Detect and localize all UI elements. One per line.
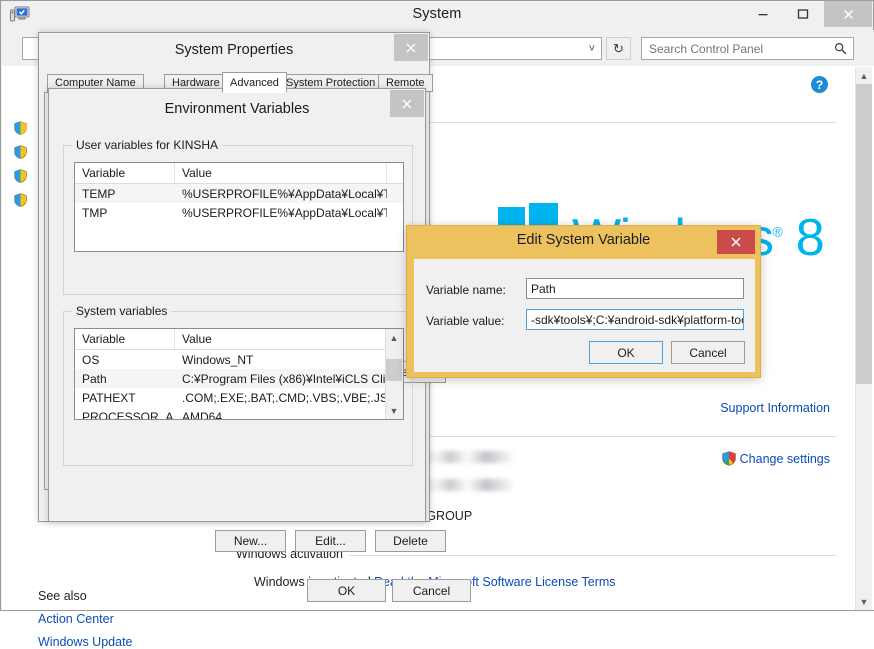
system-properties-title: System Properties <box>174 42 294 58</box>
sidebar-item-shield[interactable] <box>14 164 27 188</box>
edit-system-variable-body: Variable name: Path Variable value: -sdk… <box>414 259 755 372</box>
cell-variable: PATHEXT <box>82 390 136 405</box>
table-row-selected[interactable]: Path C:¥Program Files (x86)¥Intel¥iCLS C… <box>75 369 403 388</box>
cell-variable: PROCESSOR_A... <box>82 409 175 420</box>
scroll-up-icon[interactable]: ▲ <box>856 67 872 84</box>
system-variables-buttons: New... Edit... Delete <box>215 530 446 552</box>
variable-value-label: Variable value: <box>426 314 505 328</box>
system-edit-button[interactable]: Edit... <box>295 530 366 552</box>
cell-value: AMD64 <box>182 409 223 420</box>
registered-symbol: ® <box>772 223 783 240</box>
search-placeholder: Search Control Panel <box>649 42 764 56</box>
edit-system-variable-dialog: Edit System Variable Variable name: Path… <box>406 225 761 378</box>
system-variables-group: System variables Variable Value OS Windo… <box>63 304 413 466</box>
table-row[interactable]: OS Windows_NT <box>75 350 403 369</box>
table-row[interactable]: PATHEXT .COM;.EXE;.BAT;.CMD;.VBS;.VBE;.J… <box>75 388 403 407</box>
system-variables-list[interactable]: Variable Value OS Windows_NT Path C:¥Pro… <box>74 328 404 420</box>
version-number: 8 <box>795 208 825 267</box>
close-icon[interactable] <box>717 230 755 254</box>
scroll-up-icon[interactable]: ▲ <box>386 329 402 346</box>
search-input[interactable]: Search Control Panel <box>641 37 854 60</box>
edit-variable-cancel-button[interactable]: Cancel <box>671 341 745 364</box>
change-settings-label: Change settings <box>739 451 830 466</box>
chevron-down-icon[interactable]: ˅ <box>589 43 595 55</box>
shield-icon <box>721 451 736 466</box>
sidebar-shield-list <box>14 116 27 212</box>
column-header-value: Value <box>175 329 387 349</box>
list-header: Variable Value <box>75 163 403 184</box>
minimize-icon[interactable] <box>742 1 783 27</box>
sidebar-link-action-center[interactable]: Action Center <box>38 612 114 626</box>
column-header-value: Value <box>175 163 387 183</box>
close-icon[interactable] <box>824 1 872 27</box>
variable-value-text: -sdk¥tools¥;C:¥android-sdk¥platform-tool… <box>531 312 744 327</box>
sidebar-item-shield[interactable] <box>14 116 27 140</box>
environment-variables-dialog: Environment Variables User variables for… <box>48 88 471 602</box>
system-titlebar: System <box>1 1 873 30</box>
cell-value: C:¥Program Files (x86)¥Intel¥iCLS Clien.… <box>182 371 387 386</box>
system-new-button[interactable]: New... <box>215 530 286 552</box>
scroll-down-icon[interactable]: ▼ <box>856 593 872 610</box>
sidebar-item-shield[interactable] <box>14 188 27 212</box>
column-header-variable: Variable <box>75 163 175 183</box>
redacted-value <box>418 479 513 491</box>
cell-variable: OS <box>82 352 100 367</box>
user-variables-list[interactable]: Variable Value TEMP %USERPROFILE%¥AppDat… <box>74 162 404 252</box>
cell-value: %USERPROFILE%¥AppData¥Local¥Temp <box>182 205 387 220</box>
table-row[interactable]: TEMP %USERPROFILE%¥AppData¥Local¥Temp <box>75 184 403 203</box>
column-header-variable: Variable <box>75 329 175 349</box>
change-settings-link[interactable]: Change settings <box>721 451 830 466</box>
variable-value-input[interactable]: -sdk¥tools¥;C:¥android-sdk¥platform-tool… <box>526 309 744 330</box>
scrollbar-thumb[interactable] <box>386 359 402 381</box>
scrollbar-thumb[interactable] <box>856 84 872 384</box>
refresh-icon[interactable]: ↻ <box>606 37 631 60</box>
help-icon[interactable]: ? <box>811 76 828 93</box>
close-icon[interactable] <box>390 90 424 117</box>
table-row[interactable]: PROCESSOR_A... AMD64 <box>75 407 403 420</box>
edit-system-variable-title: Edit System Variable <box>516 232 651 248</box>
system-variables-legend: System variables <box>72 304 172 318</box>
tab-advanced[interactable]: Advanced <box>222 72 287 93</box>
variable-name-label: Variable name: <box>426 283 506 297</box>
environment-variables-cancel-button[interactable]: Cancel <box>392 579 471 602</box>
cell-value: Windows_NT <box>182 352 254 367</box>
cell-variable: Path <box>82 371 107 386</box>
environment-variables-ok-button[interactable]: OK <box>307 579 386 602</box>
main-scrollbar[interactable]: ▲ ▼ <box>855 67 872 610</box>
table-row[interactable]: TMP %USERPROFILE%¥AppData¥Local¥Temp <box>75 203 403 222</box>
scroll-down-icon[interactable]: ▼ <box>386 402 402 419</box>
cell-variable: TEMP <box>82 186 116 201</box>
sidebar-link-windows-update[interactable]: Windows Update <box>38 635 133 649</box>
cell-value: %USERPROFILE%¥AppData¥Local¥Temp <box>182 186 387 201</box>
variable-name-input[interactable]: Path <box>526 278 744 299</box>
cell-value: .COM;.EXE;.BAT;.CMD;.VBS;.VBE;.JS;.... <box>182 390 387 405</box>
support-information-link[interactable]: Support Information <box>720 401 830 415</box>
cell-variable: TMP <box>82 205 108 220</box>
search-icon <box>834 42 847 58</box>
edit-variable-ok-button[interactable]: OK <box>589 341 663 364</box>
environment-variables-title: Environment Variables <box>164 101 310 117</box>
redacted-value <box>418 451 513 463</box>
user-variables-group: User variables for KINSHA Variable Value… <box>63 138 413 295</box>
see-also-label: See also <box>38 589 87 603</box>
system-delete-button[interactable]: Delete <box>375 530 446 552</box>
maximize-icon[interactable] <box>782 1 823 27</box>
close-icon[interactable] <box>394 34 428 61</box>
list-header: Variable Value <box>75 329 403 350</box>
user-variables-legend: User variables for KINSHA <box>72 138 223 152</box>
sidebar-item-shield[interactable] <box>14 140 27 164</box>
system-list-scrollbar[interactable]: ▲ ▼ <box>385 329 403 419</box>
